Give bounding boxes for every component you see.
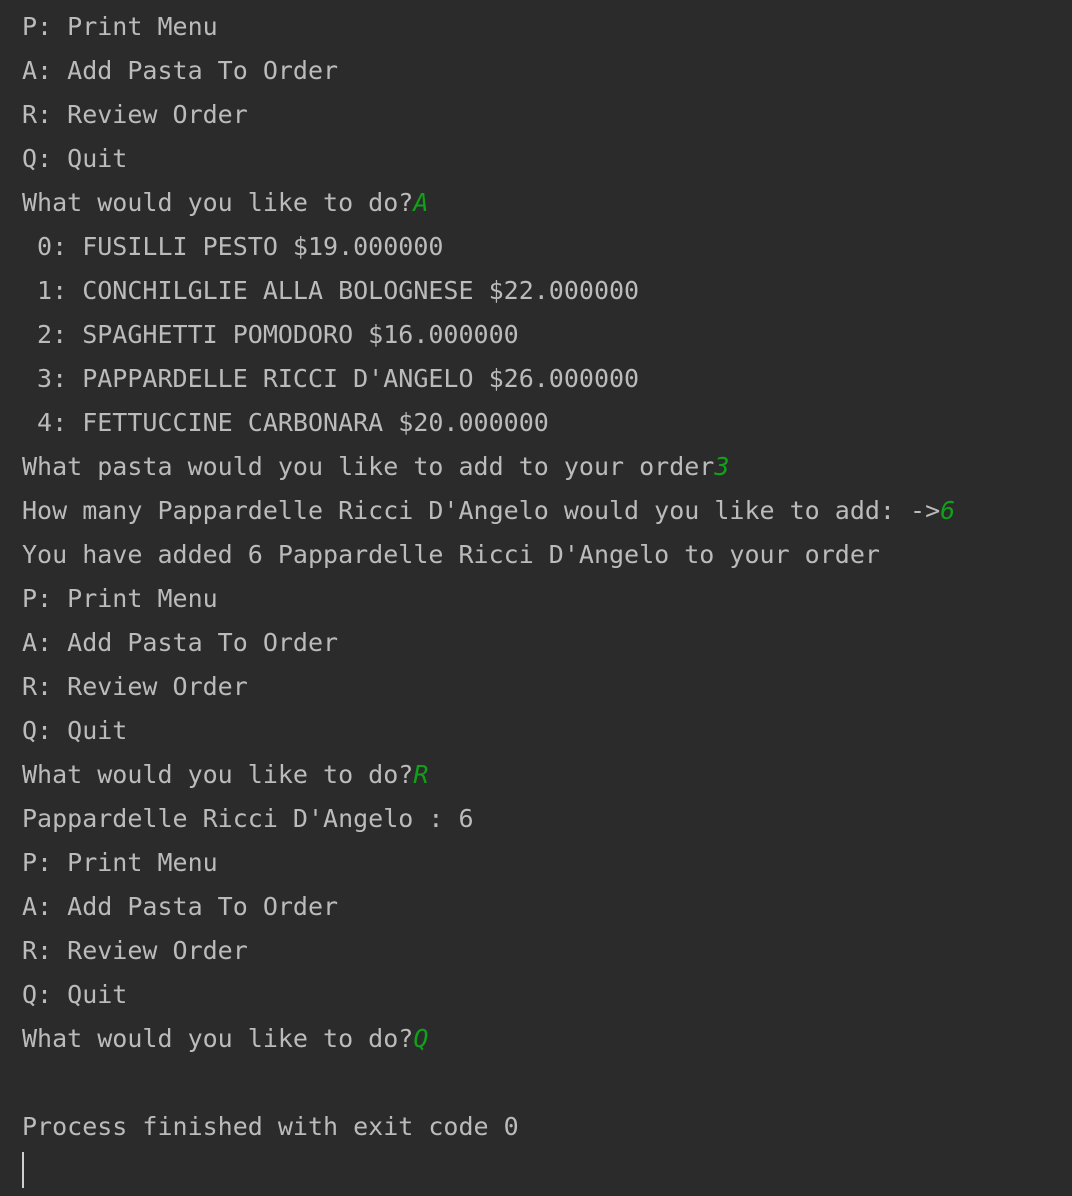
output-text: R: Review Order [22, 100, 248, 129]
console-line: P: Print Menu [22, 5, 1072, 49]
console-line: R: Review Order [22, 93, 1072, 137]
menu-item-text: 2: SPAGHETTI POMODORO $16.000000 [22, 320, 519, 349]
output-text: P: Print Menu [22, 584, 218, 613]
console-line: What would you like to do?A [22, 181, 1072, 225]
user-input: 6 [940, 496, 956, 525]
output-text: A: Add Pasta To Order [22, 628, 339, 657]
console-line: How many Pappardelle Ricci D'Angelo woul… [22, 489, 1072, 533]
console-line: 0: FUSILLI PESTO $19.000000 [22, 225, 1072, 269]
menu-item-text: 0: FUSILLI PESTO $19.000000 [22, 232, 444, 261]
console-line: What pasta would you like to add to your… [22, 445, 1072, 489]
output-text: P: Print Menu [22, 848, 218, 877]
console-line: You have added 6 Pappardelle Ricci D'Ang… [22, 533, 1072, 577]
console-line: 4: FETTUCCINE CARBONARA $20.000000 [22, 401, 1072, 445]
menu-item-text: 1: CONCHILGLIE ALLA BOLOGNESE $22.000000 [22, 276, 640, 305]
console-line: What would you like to do?R [22, 753, 1072, 797]
prompt-text: What would you like to do? [22, 760, 414, 789]
user-input: 3 [714, 452, 730, 481]
console-output: P: Print Menu A: Add Pasta To Order R: R… [22, 5, 1072, 1149]
console-line: Q: Quit [22, 137, 1072, 181]
user-input: A [413, 188, 429, 217]
process-exit-text: Process finished with exit code 0 [22, 1112, 519, 1141]
console-line: 3: PAPPARDELLE RICCI D'ANGELO $26.000000 [22, 357, 1072, 401]
console-line: Pappardelle Ricci D'Angelo : 6 [22, 797, 1072, 841]
output-text: Q: Quit [22, 980, 128, 1009]
text-cursor[interactable] [22, 1152, 24, 1188]
prompt-text: What pasta would you like to add to your… [22, 452, 715, 481]
output-text: R: Review Order [22, 672, 248, 701]
menu-item-text: 4: FETTUCCINE CARBONARA $20.000000 [22, 408, 549, 437]
output-text: P: Print Menu [22, 12, 218, 41]
console-line: Q: Quit [22, 709, 1072, 753]
output-text: R: Review Order [22, 936, 248, 965]
user-input: R [413, 760, 429, 789]
output-text: You have added 6 Pappardelle Ricci D'Ang… [22, 540, 880, 569]
prompt-text: What would you like to do? [22, 1024, 414, 1053]
console-line: P: Print Menu [22, 577, 1072, 621]
console-line: A: Add Pasta To Order [22, 49, 1072, 93]
output-text: A: Add Pasta To Order [22, 892, 339, 921]
output-text: Q: Quit [22, 716, 128, 745]
console-line: A: Add Pasta To Order [22, 885, 1072, 929]
output-text: A: Add Pasta To Order [22, 56, 339, 85]
output-text: Q: Quit [22, 144, 128, 173]
user-input: Q [413, 1024, 429, 1053]
console-line: P: Print Menu [22, 841, 1072, 885]
menu-item-text: 3: PAPPARDELLE RICCI D'ANGELO $26.000000 [22, 364, 640, 393]
output-text: Pappardelle Ricci D'Angelo : 6 [22, 804, 474, 833]
console-line: Process finished with exit code 0 [22, 1105, 1072, 1149]
console-line: 1: CONCHILGLIE ALLA BOLOGNESE $22.000000 [22, 269, 1072, 313]
prompt-text: How many Pappardelle Ricci D'Angelo woul… [22, 496, 941, 525]
console-line: Q: Quit [22, 973, 1072, 1017]
prompt-text: What would you like to do? [22, 188, 414, 217]
console-line: 2: SPAGHETTI POMODORO $16.000000 [22, 313, 1072, 357]
console-line: A: Add Pasta To Order [22, 621, 1072, 665]
console-line: R: Review Order [22, 929, 1072, 973]
console-line: R: Review Order [22, 665, 1072, 709]
console-line: What would you like to do?Q [22, 1017, 1072, 1061]
